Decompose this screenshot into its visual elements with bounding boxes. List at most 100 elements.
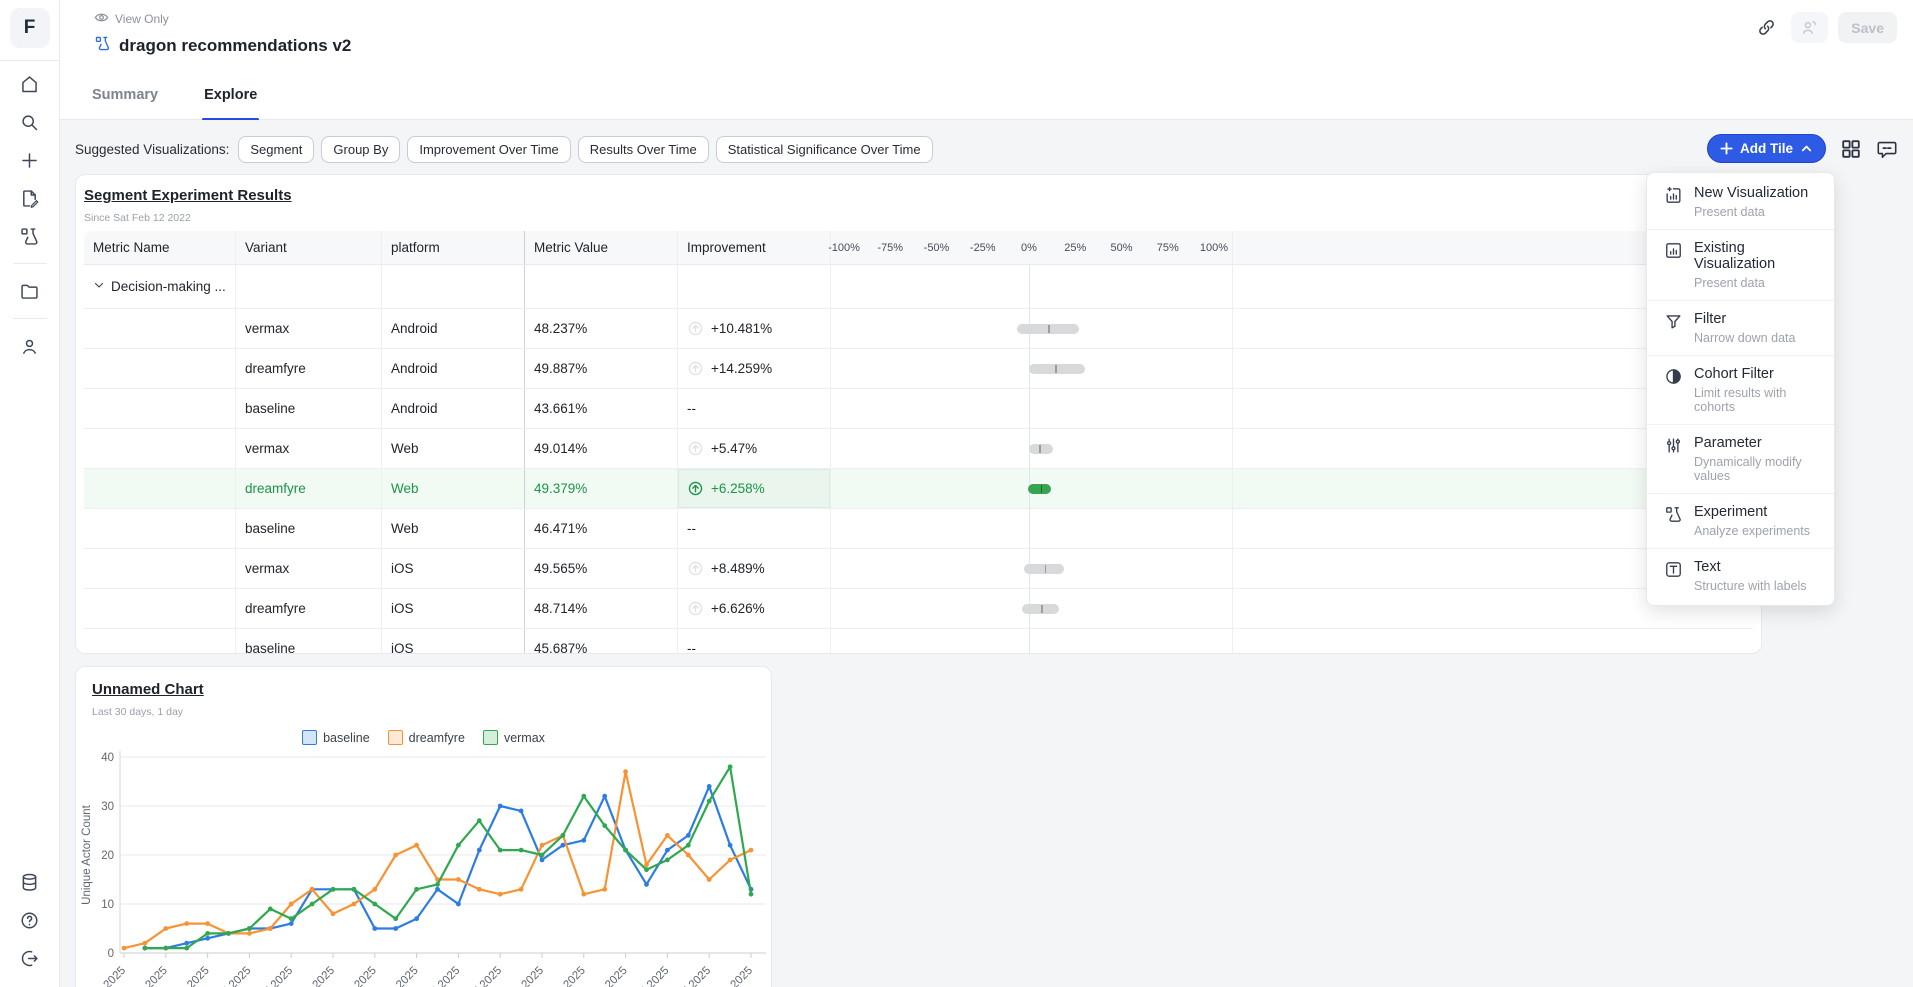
legend-item-baseline[interactable]: baseline (302, 730, 370, 745)
search-icon[interactable] (11, 103, 49, 141)
column-header[interactable]: platform (382, 231, 525, 264)
svg-text:29 2025: 29 2025 (508, 965, 546, 987)
tab-explore[interactable]: Explore (202, 87, 259, 119)
suggested-chip-group-by[interactable]: Group By (321, 136, 400, 163)
improvement-cell: +6.258% (678, 469, 831, 508)
improvement-cell: +14.259% (678, 349, 831, 388)
experiment-icon[interactable] (11, 217, 49, 255)
doc-edit-icon[interactable] (11, 179, 49, 217)
svg-text:30: 30 (101, 801, 114, 813)
svg-text:15 2025: 15 2025 (216, 965, 254, 987)
result-row-baseline-ios[interactable]: baseline iOS 45.687% -- (84, 629, 1753, 654)
improvement-cell: +6.626% (678, 589, 831, 628)
metric-value-cell: 43.661% (525, 389, 678, 428)
svg-text:17 2025: 17 2025 (257, 965, 295, 987)
chart-title[interactable]: Unnamed Chart (92, 681, 204, 698)
arrow-up-circle-icon (687, 560, 704, 577)
result-row-baseline-android[interactable]: baseline Android 43.661% -- (84, 389, 1753, 429)
column-header[interactable]: Improvement (678, 231, 831, 264)
tab-summary[interactable]: Summary (90, 87, 160, 119)
tile-title[interactable]: Segment Experiment Results (84, 187, 292, 204)
workspace-logo[interactable]: F (10, 8, 50, 48)
suggested-chip-statistical-significance-over-time[interactable]: Statistical Significance Over Time (716, 136, 933, 163)
svg-text:9 2025: 9 2025 (722, 965, 755, 987)
menu-item-existing-visualization[interactable]: Existing VisualizationPresent data (1647, 229, 1834, 300)
divider (0, 60, 60, 61)
share-users-button[interactable] (1791, 12, 1828, 43)
result-row-baseline-web[interactable]: baseline Web 46.471% -- (84, 509, 1753, 549)
logout-icon[interactable] (11, 939, 49, 977)
svg-text:20: 20 (101, 850, 114, 862)
result-row-vermax-android[interactable]: vermax Android 48.237% +10.481% (84, 309, 1753, 349)
variant-cell: dreamfyre (236, 589, 382, 628)
menu-item-parameter[interactable]: ParameterDynamically modify values (1647, 424, 1834, 493)
sidebar-nav (11, 65, 49, 365)
metric-name-cell (84, 389, 236, 428)
database-icon[interactable] (11, 863, 49, 901)
improvement-value: -- (687, 641, 696, 654)
menu-item-filter[interactable]: FilterNarrow down data (1647, 300, 1834, 355)
column-header[interactable]: Metric Name (84, 231, 236, 264)
platform-cell: Android (382, 349, 525, 388)
legend-item-dreamfyre[interactable]: dreamfyre (388, 730, 465, 745)
scale-cell (831, 629, 1233, 654)
menu-item-new-visualization[interactable]: New VisualizationPresent data (1647, 175, 1834, 229)
menu-item-cohort-filter[interactable]: Cohort FilterLimit results with cohorts (1647, 355, 1834, 424)
chevron-down-icon[interactable] (93, 279, 105, 294)
confidence-interval-pill (1024, 564, 1064, 574)
platform-cell: Web (382, 429, 525, 468)
home-icon[interactable] (11, 65, 49, 103)
experiment-icon (1664, 504, 1683, 538)
metric-group-row[interactable]: Decision-making ... (84, 265, 1753, 309)
platform-cell: iOS (382, 589, 525, 628)
metric-name-cell (84, 469, 236, 508)
result-row-dreamfyre-android[interactable]: dreamfyre Android 49.887% +14.259% (84, 349, 1753, 389)
save-button[interactable]: Save (1838, 12, 1897, 43)
metric-name-cell (84, 549, 236, 588)
add-tile-button[interactable]: Add Tile (1707, 134, 1826, 163)
legend-item-vermax[interactable]: vermax (483, 730, 545, 745)
variant-cell: vermax (236, 549, 382, 588)
copy-link-icon[interactable] (1751, 13, 1781, 43)
grid-layout-icon[interactable] (1840, 138, 1862, 160)
suggested-chip-improvement-over-time[interactable]: Improvement Over Time (407, 136, 570, 163)
svg-text:7 2025: 7 2025 (680, 965, 713, 987)
improvement-cell: -- (678, 629, 831, 654)
column-header[interactable]: Variant (236, 231, 382, 264)
improvement-value: +8.489% (711, 561, 765, 576)
suggested-chip-segment[interactable]: Segment (238, 136, 314, 163)
suggested-visualizations-label: Suggested Visualizations: (75, 142, 229, 157)
result-row-dreamfyre-ios[interactable]: dreamfyre iOS 48.714% +6.626% (84, 589, 1753, 629)
variant-cell: baseline (236, 509, 382, 548)
experiment-results-table: Metric NameVariantplatformMetric ValueIm… (84, 231, 1753, 654)
improvement-value: +14.259% (711, 361, 772, 376)
comments-icon[interactable] (1876, 138, 1898, 160)
help-icon[interactable] (11, 901, 49, 939)
metric-value-cell: 45.687% (525, 629, 678, 654)
metric-name-cell (84, 429, 236, 468)
metric-name-cell (84, 349, 236, 388)
metric-group-label: Decision-making ... (111, 279, 226, 294)
improvement-cell: -- (678, 509, 831, 548)
metric-name-cell (84, 589, 236, 628)
confidence-interval-pill (1017, 324, 1079, 334)
plus-icon[interactable] (11, 141, 49, 179)
plus-icon (1720, 142, 1733, 155)
svg-text:3 2025: 3 2025 (596, 965, 629, 987)
legend-swatch (483, 730, 498, 745)
folder-icon[interactable] (11, 272, 49, 310)
menu-item-experiment[interactable]: ExperimentAnalyze experiments (1647, 493, 1834, 548)
line-chart[interactable]: 010203040Unique Actor Count9 202511 2025… (76, 747, 772, 962)
arrow-up-circle-icon (687, 600, 704, 617)
menu-item-text[interactable]: TextStructure with labels (1647, 548, 1834, 603)
suggested-chip-results-over-time[interactable]: Results Over Time (578, 136, 709, 163)
variant-cell: baseline (236, 389, 382, 428)
result-row-dreamfyre-web[interactable]: dreamfyre Web 49.379% +6.258% (84, 469, 1753, 509)
person-icon[interactable] (11, 327, 49, 365)
result-row-vermax-web[interactable]: vermax Web 49.014% +5.47% (84, 429, 1753, 469)
result-row-vermax-ios[interactable]: vermax iOS 49.565% +8.489% (84, 549, 1753, 589)
confidence-interval-pill (1022, 604, 1060, 614)
column-header[interactable]: Metric Value (525, 231, 678, 264)
platform-cell: Android (382, 389, 525, 428)
svg-text:13 2025: 13 2025 (174, 965, 212, 987)
